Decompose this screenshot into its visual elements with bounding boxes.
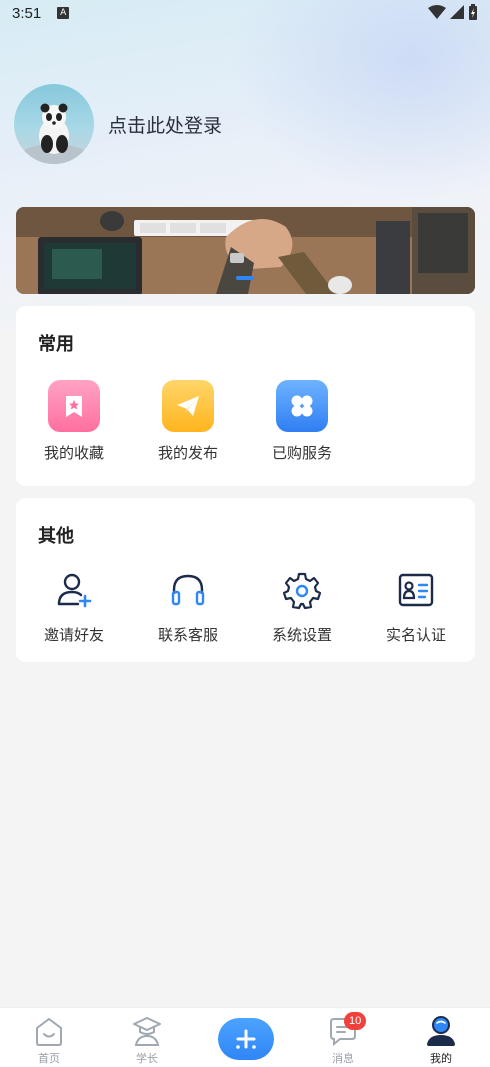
contact-support-item[interactable]: 联系客服: [133, 570, 243, 645]
my-posts-label: 我的发布: [157, 444, 218, 462]
status-time: 3:51: [12, 4, 42, 22]
status-icons: [428, 4, 478, 20]
contact-support-label: 联系客服: [157, 626, 218, 644]
system-settings-label: 系统设置: [271, 626, 332, 644]
notification-indicator: A: [57, 7, 70, 19]
other-section-title: 其他: [38, 526, 74, 547]
tab-home-label: 首页: [38, 1052, 60, 1065]
login-prompt[interactable]: 点击此处登录: [108, 111, 222, 138]
my-posts-item[interactable]: 我的发布: [133, 380, 243, 463]
system-settings-item[interactable]: 系统设置: [247, 570, 357, 645]
my-favorites-item[interactable]: 我的收藏: [19, 380, 129, 463]
id-card-icon: [398, 573, 434, 607]
invite-friends-label: 邀请好友: [43, 626, 104, 644]
gear-icon: [282, 572, 322, 610]
wifi-icon: [428, 5, 446, 19]
other-section: 其他 邀请好友 联系客服 系统设置 实名认证: [16, 498, 475, 662]
home-smile-icon: [36, 1017, 62, 1046]
bottom-tab-bar: 首页 学长 10 消息 我的: [0, 1007, 490, 1067]
four-petal-grid-icon: [276, 380, 328, 432]
tab-messages-label: 消息: [332, 1052, 354, 1065]
real-name-verification-item[interactable]: 实名认证: [361, 570, 471, 645]
battery-icon: [469, 4, 477, 20]
common-section-title: 常用: [38, 334, 74, 355]
my-favorites-label: 我的收藏: [43, 444, 104, 462]
tab-seniors[interactable]: 学长: [98, 1008, 196, 1067]
tab-me[interactable]: 我的: [392, 1008, 490, 1067]
plus-icon: [236, 1029, 256, 1049]
publish-plus-button[interactable]: [218, 1018, 274, 1060]
real-name-verification-label: 实名认证: [385, 626, 446, 644]
paper-plane-icon: [162, 380, 214, 432]
status-bar: 3:51 A: [0, 0, 490, 26]
teamwork-hands-photo: [16, 207, 475, 294]
promo-banner[interactable]: [16, 207, 475, 294]
purchased-services-label: 已购服务: [271, 444, 332, 462]
headset-icon: [171, 574, 205, 606]
banner-page-indicator: [236, 276, 254, 280]
profile-icon: [427, 1016, 455, 1046]
tab-seniors-label: 学长: [136, 1052, 158, 1065]
tab-me-label: 我的: [430, 1052, 452, 1065]
login-area[interactable]: 点击此处登录: [14, 84, 222, 164]
favorite-star-icon: [48, 380, 100, 432]
signal-icon: [450, 5, 464, 19]
panda-avatar-icon[interactable]: [14, 84, 94, 164]
common-section: 常用 我的收藏 我的发布 已购服务: [16, 306, 475, 486]
add-user-icon: [57, 573, 92, 608]
invite-friends-item[interactable]: 邀请好友: [19, 570, 129, 645]
tab-messages[interactable]: 10 消息: [294, 1008, 392, 1067]
tab-home[interactable]: 首页: [0, 1008, 98, 1067]
purchased-services-item[interactable]: 已购服务: [247, 380, 357, 463]
message-badge: 10: [344, 1012, 367, 1030]
graduate-icon: [133, 1017, 161, 1046]
